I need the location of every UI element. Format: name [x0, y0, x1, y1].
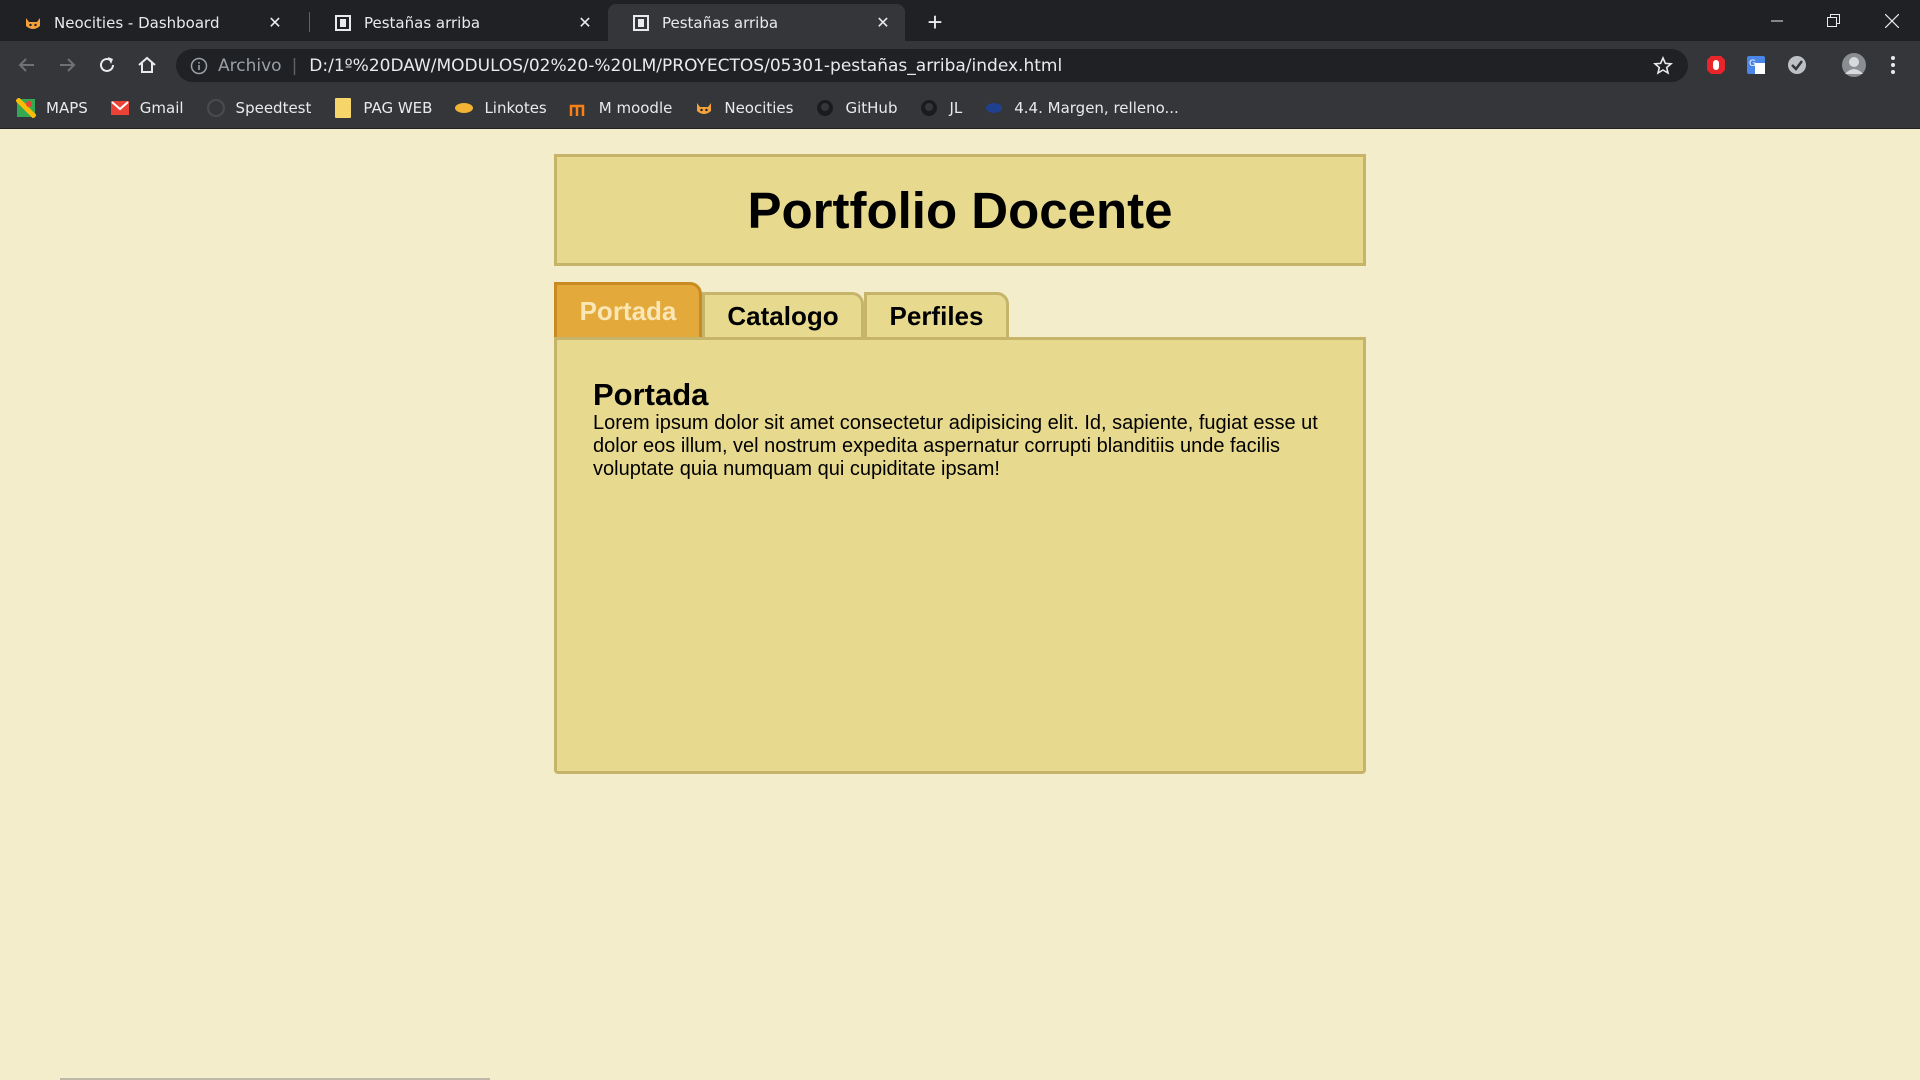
- bookmark-margen-relleno[interactable]: 4.4. Margen, relleno...: [984, 98, 1179, 118]
- browser-tab-neocities[interactable]: Neocities - Dashboard ✕: [0, 4, 297, 41]
- bookmark-gmail[interactable]: Gmail: [110, 98, 184, 118]
- globe-icon: [984, 98, 1004, 118]
- tab-catalogo[interactable]: Catalogo: [702, 292, 864, 337]
- browser-toolbar: Archivo | D:/1º%20DAW/MODULOS/02%20-%20L…: [0, 41, 1920, 88]
- translate-extension-icon[interactable]: G: [1744, 53, 1768, 77]
- bookmark-jl[interactable]: JL: [919, 98, 962, 118]
- site-title: Portfolio Docente: [747, 181, 1173, 239]
- bookmark-moodle[interactable]: M moodle: [569, 98, 673, 118]
- bookmark-label: GitHub: [845, 99, 898, 117]
- page-viewport: Portfolio Docente Portada Catalogo Perfi…: [0, 130, 1920, 1080]
- tab-label: Catalogo: [727, 300, 839, 331]
- bookmark-label: PAG WEB: [363, 99, 433, 117]
- profile-avatar-icon[interactable]: [1840, 51, 1868, 79]
- panel-text: Lorem ipsum dolor sit amet consectetur a…: [593, 412, 1318, 480]
- bookmark-linkotes[interactable]: Linkotes: [454, 98, 547, 118]
- site-header: Portfolio Docente: [554, 154, 1366, 266]
- bookmark-star-icon[interactable]: [1652, 55, 1674, 77]
- back-arrow-icon[interactable]: [13, 51, 41, 79]
- page-icon: [632, 14, 650, 32]
- github-icon: [919, 98, 939, 118]
- address-bar[interactable]: Archivo | D:/1º%20DAW/MODULOS/02%20-%20L…: [176, 49, 1688, 82]
- close-tab-icon[interactable]: ✕: [575, 13, 595, 33]
- address-url[interactable]: D:/1º%20DAW/MODULOS/02%20-%20LM/PROYECTO…: [309, 56, 1652, 76]
- folder-icon: [333, 98, 353, 118]
- close-window-icon[interactable]: [1863, 0, 1920, 41]
- github-icon: [815, 98, 835, 118]
- browser-tab-title: Pestañas arriba: [662, 13, 779, 32]
- browser-tab-pestanas-2[interactable]: Pestañas arriba ✕: [608, 4, 905, 41]
- panel-heading: Portada: [593, 377, 709, 412]
- address-divider: |: [291, 55, 298, 76]
- bookmark-github[interactable]: GitHub: [815, 98, 897, 118]
- restore-icon[interactable]: [1805, 0, 1862, 41]
- bookmark-label: JL: [949, 99, 963, 117]
- browser-tab-pestanas-1[interactable]: Pestañas arriba ✕: [310, 4, 607, 41]
- reload-icon[interactable]: [93, 51, 121, 79]
- bookmark-label: M moodle: [598, 99, 673, 117]
- bookmark-label: Speedtest: [235, 99, 312, 117]
- adblock-extension-icon[interactable]: [1704, 53, 1728, 77]
- bookmark-label: Linkotes: [484, 99, 547, 117]
- neocities-cat-icon: [694, 98, 714, 118]
- gmail-icon: [110, 98, 130, 118]
- tab-label: Portada: [579, 295, 677, 326]
- browser-tabstrip: Neocities - Dashboard ✕ Pestañas arriba …: [0, 0, 1920, 41]
- close-tab-icon[interactable]: ✕: [873, 13, 893, 33]
- minimize-icon[interactable]: [1748, 0, 1805, 41]
- svg-text:G: G: [1749, 59, 1756, 69]
- bookmark-label: MAPS: [46, 99, 88, 117]
- tab-content-panel: Portada Lorem ipsum dolor sit amet conse…: [554, 337, 1366, 774]
- tab-label: Perfiles: [889, 300, 984, 331]
- forward-arrow-icon[interactable]: [53, 51, 81, 79]
- bookmark-pag-web[interactable]: PAG WEB: [333, 98, 432, 118]
- speedtest-icon: [206, 98, 226, 118]
- home-icon[interactable]: [133, 51, 161, 79]
- bookmark-speedtest[interactable]: Speedtest: [206, 98, 312, 118]
- bookmark-maps[interactable]: MAPS: [16, 98, 88, 118]
- bookmark-label: Neocities: [724, 99, 794, 117]
- address-scheme-label: Archivo: [218, 55, 282, 76]
- bookmark-label: Gmail: [139, 99, 184, 117]
- info-icon[interactable]: [190, 57, 208, 75]
- linkotes-icon: [454, 98, 474, 118]
- check-extension-icon[interactable]: [1785, 53, 1809, 77]
- browser-tab-title: Neocities - Dashboard: [54, 13, 220, 32]
- close-tab-icon[interactable]: ✕: [265, 13, 285, 33]
- moodle-icon: [569, 98, 589, 118]
- browser-tab-title: Pestañas arriba: [364, 13, 481, 32]
- neocities-cat-icon: [24, 14, 42, 32]
- new-tab-icon[interactable]: +: [921, 7, 949, 37]
- tab-perfiles[interactable]: Perfiles: [864, 292, 1009, 337]
- kebab-menu-icon[interactable]: [1881, 53, 1905, 77]
- bookmark-label: 4.4. Margen, relleno...: [1014, 99, 1179, 117]
- bookmark-neocities[interactable]: Neocities: [694, 98, 793, 118]
- tab-portada[interactable]: Portada: [554, 282, 702, 337]
- page-icon: [334, 14, 352, 32]
- bookmarks-bar: MAPS Gmail Speedtest PAG WEB Linkotes M …: [0, 88, 1920, 129]
- maps-icon: [16, 98, 36, 118]
